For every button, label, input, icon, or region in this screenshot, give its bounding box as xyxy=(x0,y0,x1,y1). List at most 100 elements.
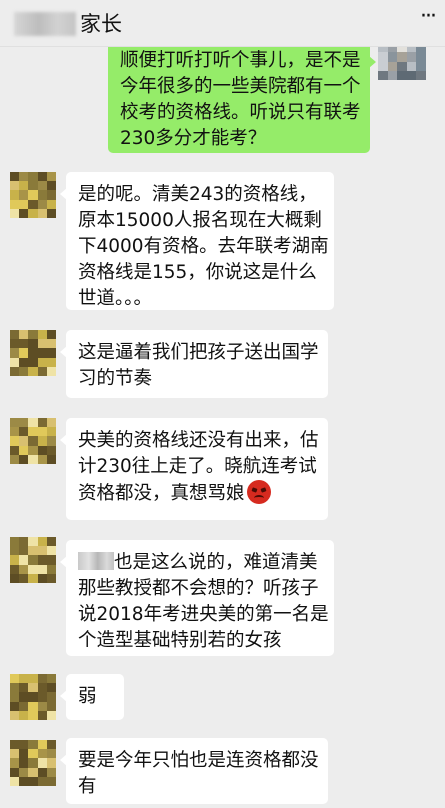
avatar-pixel xyxy=(28,366,38,376)
message-line: 习的节奏 xyxy=(78,368,153,389)
message-bubble-received[interactable]: 要是今年只怕也是连资格都没 有 xyxy=(60,738,328,804)
avatar-pixel xyxy=(46,172,56,182)
message-line: 顺便打听打听个事儿，是不是 xyxy=(120,50,361,71)
avatar-pixel xyxy=(37,445,47,455)
message-bubble-sent[interactable]: 顺便打听打听个事儿，是不是 今年很多的一些美院都有一个 校考的资格线。听说只有联… xyxy=(108,40,376,153)
avatar-pixel xyxy=(19,776,29,786)
avatar-pixel xyxy=(28,357,38,367)
message-line: 个造型基础特别若的女孩 xyxy=(78,630,282,651)
avatar-pixel xyxy=(19,555,29,565)
more-options-button[interactable]: ··· xyxy=(420,4,437,29)
message-bubble-received[interactable]: 这是逼着我们把孩子送出国学 习的节奏 xyxy=(60,330,328,398)
message-line: 原本15000人报名现在大概剩 xyxy=(78,210,322,231)
avatar-pixel xyxy=(37,740,47,750)
avatar-pixel xyxy=(10,701,20,711)
avatar-pixel xyxy=(37,357,47,367)
avatar-pixel xyxy=(19,199,29,209)
avatar-pixel xyxy=(19,683,29,693)
avatar-pixel xyxy=(378,61,388,71)
avatar-pixel xyxy=(37,208,47,218)
avatar-pixel xyxy=(10,366,20,376)
avatar-pixel xyxy=(387,70,398,80)
avatar-pixel xyxy=(10,418,20,428)
avatar-pixel xyxy=(19,348,29,358)
message-line: 下4000有资格。去年联考湖南 xyxy=(78,236,329,257)
avatar-pixel xyxy=(37,537,47,547)
contact-avatar[interactable] xyxy=(10,740,56,786)
message-line: 是的呢。清美243的资格线， xyxy=(78,184,317,205)
avatar-pixel xyxy=(46,546,56,556)
avatar-pixel xyxy=(46,357,56,367)
avatar-pixel xyxy=(10,330,20,340)
avatar-pixel xyxy=(37,776,47,786)
avatar-pixel xyxy=(28,181,38,191)
avatar-pixel xyxy=(37,701,47,711)
chat-header: 家长 ··· xyxy=(0,0,445,47)
avatar-pixel xyxy=(378,70,388,80)
avatar-pixel xyxy=(10,767,20,777)
avatar-pixel xyxy=(10,445,20,455)
message-text: 资格都没，真想骂娘 xyxy=(78,483,245,504)
avatar-pixel xyxy=(28,190,38,200)
contact-avatar[interactable] xyxy=(10,418,56,464)
avatar-pixel xyxy=(28,564,38,574)
avatar-pixel xyxy=(19,573,29,583)
avatar-pixel xyxy=(19,692,29,702)
avatar-pixel xyxy=(10,573,20,583)
avatar-pixel xyxy=(46,555,56,565)
avatar-pixel xyxy=(37,564,47,574)
message-bubble-received[interactable]: 弱 xyxy=(60,674,124,720)
avatar-pixel xyxy=(37,683,47,693)
avatar-pixel xyxy=(28,418,38,428)
avatar-pixel xyxy=(19,181,29,191)
avatar-pixel xyxy=(37,749,47,759)
avatar-pixel xyxy=(378,52,388,62)
avatar-pixel xyxy=(28,546,38,556)
avatar-pixel xyxy=(46,564,56,574)
avatar-pixel xyxy=(37,758,47,768)
redacted-name-mosaic xyxy=(78,552,114,570)
avatar-pixel xyxy=(19,740,29,750)
avatar-pixel xyxy=(28,339,38,349)
avatar-pixel xyxy=(37,674,47,684)
avatar-pixel xyxy=(28,330,38,340)
contact-avatar[interactable] xyxy=(10,537,56,583)
avatar-pixel xyxy=(28,573,38,583)
contact-avatar[interactable] xyxy=(10,674,56,720)
avatar-pixel xyxy=(10,199,20,209)
message-line: 也是这么说的，难道清美 xyxy=(78,550,322,576)
message-bubble-received[interactable]: 央美的资格线还没有出来，估 计230往上走了。晓航连考试 资格都没，真想骂娘 xyxy=(60,418,328,520)
chat-title: 家长 xyxy=(80,12,122,36)
message-line: 计230往上走了。晓航连考试 xyxy=(78,456,317,477)
avatar-pixel xyxy=(406,52,417,62)
avatar-pixel xyxy=(28,454,38,464)
avatar-pixel xyxy=(416,52,426,62)
avatar-pixel xyxy=(28,758,38,768)
avatar-pixel xyxy=(46,692,56,702)
message-line: 今年很多的一些美院都有一个 xyxy=(120,76,361,97)
avatar-pixel xyxy=(37,181,47,191)
avatar-pixel xyxy=(406,70,417,80)
avatar-pixel xyxy=(10,674,20,684)
avatar-pixel xyxy=(37,339,47,349)
message-line: 校考的资格线。听说只有联考 xyxy=(120,102,361,123)
message-bubble-received[interactable]: 是的呢。清美243的资格线， 原本15000人报名现在大概剩 下4000有资格。… xyxy=(60,172,334,310)
avatar-pixel xyxy=(10,190,20,200)
message-line: 230多分才能考？ xyxy=(120,128,267,149)
contact-avatar[interactable] xyxy=(10,330,56,376)
avatar-pixel xyxy=(19,710,29,720)
avatar-pixel xyxy=(19,339,29,349)
avatar-pixel xyxy=(10,348,20,358)
contact-avatar[interactable] xyxy=(10,172,56,218)
message-line: 央美的资格线还没有出来，估 xyxy=(78,430,319,451)
message-line: 说2018年考进央美的第一名是 xyxy=(78,604,329,625)
avatar-pixel xyxy=(46,181,56,191)
avatar-pixel xyxy=(10,339,20,349)
avatar-pixel xyxy=(37,546,47,556)
message-line: 资格都没，真想骂娘 xyxy=(78,480,316,507)
avatar-pixel xyxy=(37,348,47,358)
avatar-pixel xyxy=(37,436,47,446)
avatar-pixel xyxy=(28,555,38,565)
message-bubble-received[interactable]: 也是这么说的，难道清美 那些教授都不会想的？听孩子 说2018年考进央美的第一名… xyxy=(60,540,334,656)
avatar-pixel xyxy=(37,454,47,464)
